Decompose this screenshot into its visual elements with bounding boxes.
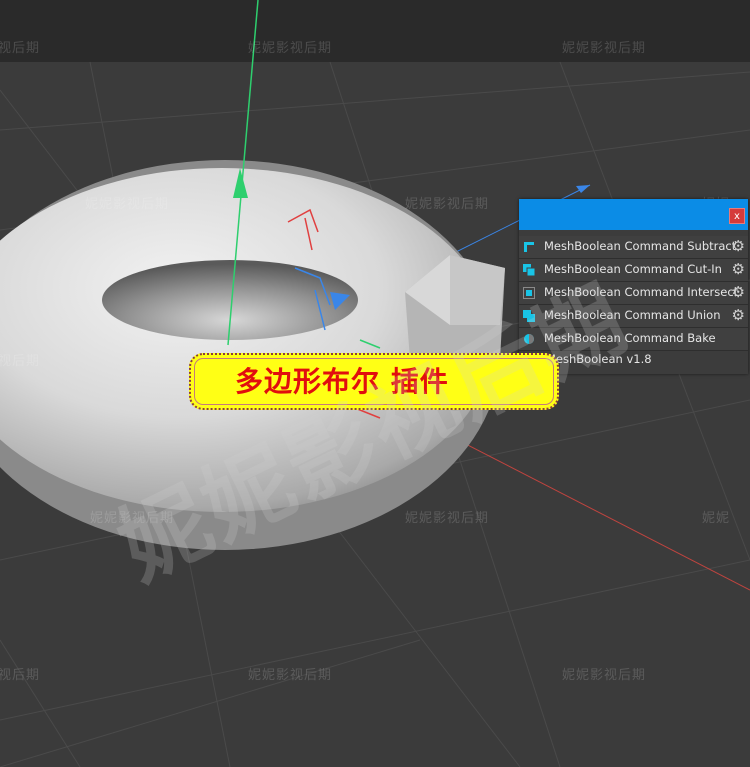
watermark-text: 妮妮影视后期 — [248, 41, 333, 56]
watermark-text: 妮妮影视后期 — [405, 511, 490, 526]
watermark-text: 视后期 — [0, 354, 41, 369]
watermark-text: 妮妮影视后期 — [562, 668, 647, 683]
watermark-text: 妮妮影视后期 — [405, 197, 490, 212]
3d-viewport[interactable]: 视后期 妮妮影视后期 妮妮影视后期 妮妮影视后期 妮妮影视后期 妮妮 视后期 妮… — [0, 0, 750, 767]
gear-icon[interactable]: ⚙ — [732, 307, 745, 324]
watermark-text: 妮妮影视后期 — [248, 668, 333, 683]
command-label: MeshBoolean Command Subtract — [544, 239, 737, 253]
watermark-text: 妮妮 — [702, 511, 731, 526]
subtract-icon — [524, 242, 534, 252]
close-button[interactable]: x — [729, 208, 745, 224]
watermark-text: 妮妮影视后期 — [562, 41, 647, 56]
watermark-text: 视后期 — [0, 668, 41, 683]
watermark-text: 视后期 — [0, 41, 41, 56]
command-subtract-row[interactable]: MeshBoolean Command Subtract ⚙ — [519, 236, 748, 259]
panel-title-bar[interactable]: x — [519, 199, 748, 230]
cut-in-icon — [523, 264, 535, 276]
gear-icon[interactable]: ⚙ — [732, 284, 745, 301]
gear-icon[interactable]: ⚙ — [732, 238, 745, 255]
gear-icon[interactable]: ⚙ — [732, 261, 745, 278]
watermark-text: 妮妮影视后期 — [85, 197, 170, 212]
